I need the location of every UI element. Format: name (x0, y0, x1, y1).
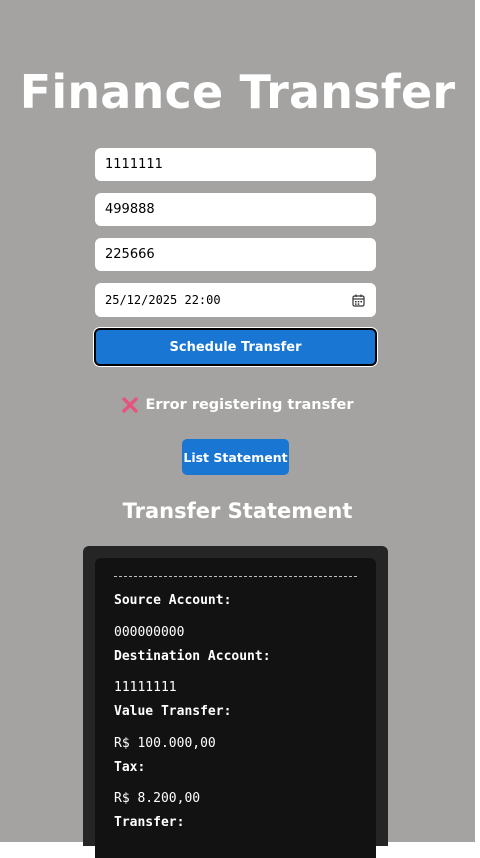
source-account-input[interactable] (95, 148, 376, 181)
page-title: Finance Transfer (19, 65, 456, 119)
value-transfer-value: R$ 100.000,00 (114, 736, 216, 751)
statement-title: Transfer Statement (122, 499, 353, 523)
value-transfer-label: Value Transfer: (114, 704, 232, 719)
destination-account-value: 11111111 (114, 680, 177, 695)
list-statement-button[interactable]: List Statement (182, 439, 289, 475)
source-account-label: Source Account: (114, 593, 232, 608)
calendar-icon[interactable] (350, 292, 366, 308)
page-background: Finance Transfer 25/12/2025 22:00 Schedu… (0, 0, 475, 858)
transfer-label: Transfer: (114, 815, 185, 830)
error-message: Error registering transfer (0, 394, 475, 416)
transfer-value-input[interactable] (95, 238, 376, 271)
error-text: Error registering transfer (145, 397, 354, 413)
error-x-icon (121, 396, 139, 414)
statement-panel: Source Account: 000000000 Destination Ac… (83, 546, 388, 858)
tax-label: Tax: (114, 760, 146, 775)
source-account-value: 000000000 (114, 625, 185, 640)
transfer-datetime-input[interactable]: 25/12/2025 22:00 (95, 283, 376, 317)
schedule-transfer-button[interactable]: Schedule Transfer (94, 328, 377, 366)
statement-entry: Source Account: 000000000 Destination Ac… (95, 558, 376, 858)
entry-divider (114, 576, 357, 577)
tax-value: R$ 8.200,00 (114, 791, 201, 806)
destination-account-input[interactable] (95, 193, 376, 226)
destination-account-label: Destination Account: (114, 649, 271, 664)
datetime-value: 25/12/2025 22:00 (105, 293, 221, 307)
